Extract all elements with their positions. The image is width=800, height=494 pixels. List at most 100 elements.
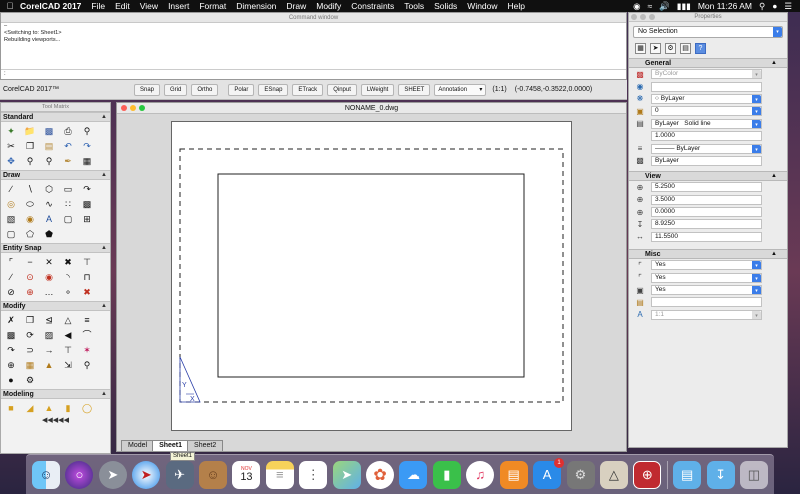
redo-icon[interactable]: ↷ [80,139,94,153]
prop-view-center-z-field[interactable]: 0.0000 [651,207,762,218]
annotation-scale[interactable]: (1:1) [492,86,506,93]
contacts-icon[interactable]: ☺ [199,460,228,489]
downloads-folder-icon[interactable]: ↧ [706,460,735,489]
help-icon[interactable]: ? [695,42,706,54]
ellipse-icon[interactable]: ⬭ [23,197,37,211]
reminders-icon[interactable]: ⋮ [299,460,328,489]
minimize-window-button[interactable] [130,105,136,111]
pattern-icon[interactable]: ▩ [4,328,18,342]
snap-node-icon[interactable]: ⊘ [4,285,18,299]
prop-scale-field[interactable]: 1.0000 [651,131,762,142]
save-icon[interactable]: ▩ [42,124,56,138]
wedge-icon[interactable]: ◢ [23,401,37,415]
maps-icon[interactable]: ➤ [332,460,361,489]
maximize-window-button[interactable] [139,105,145,111]
menu-file[interactable]: File [91,1,105,11]
scale-icon[interactable]: ▨ [42,328,56,342]
photo-app-icon[interactable]: ✈ [165,460,194,489]
bomb-icon[interactable]: ● [4,373,18,387]
trash-icon[interactable]: ◫ [739,460,768,489]
close-window-button[interactable] [121,105,127,111]
snap-from-icon[interactable]: ⚬ [61,285,75,299]
messages-icon[interactable]: ☁ [399,460,428,489]
search-icon[interactable]: ⚲ [759,1,765,12]
cylinder-icon[interactable]: ▮ [61,401,75,415]
array-icon[interactable]: ≡ [80,313,94,327]
torus-icon[interactable]: ◯ [80,401,94,415]
battery-icon[interactable]: ▮▮▮ [677,1,691,12]
minimize-panel-button[interactable] [640,14,646,20]
menu-view[interactable]: View [140,1,158,11]
annotation-select[interactable]: Annotation ▾ [434,83,487,96]
section-standard[interactable]: Standard ▲ [1,112,110,122]
snap-nearest-icon[interactable]: ⊓ [80,270,94,284]
snap-perpendicular-icon[interactable]: ⊤ [80,255,94,269]
command-input[interactable]: : [1,69,626,78]
sheet-toggle[interactable]: SHEET [398,83,431,96]
snap-tangent-icon[interactable]: ◝ [61,270,75,284]
new-icon[interactable]: ✦ [4,124,18,138]
tab-model[interactable]: Model [121,440,155,451]
apple-icon[interactable]:  [0,1,20,11]
offset-icon[interactable]: ⊴ [42,313,56,327]
menu-edit[interactable]: Edit [115,1,130,11]
print-preview-icon[interactable]: ⚲ [80,124,94,138]
pan-icon[interactable]: ✥ [4,154,18,168]
select-entities-icon[interactable]: ➤ [650,42,661,54]
more-tools-arrows[interactable]: ◀◀◀◀◀ [1,417,110,424]
clock[interactable]: Mon 11:26 AM [698,1,752,11]
paste-icon[interactable]: ▤ [42,139,56,153]
prop-print-style-field[interactable]: ByLayer [651,155,762,166]
rotate-icon[interactable]: ⟳ [23,328,37,342]
tab-sheet2[interactable]: Sheet2 [187,440,224,451]
erase-icon[interactable]: ✗ [4,313,18,327]
region-icon[interactable]: ◉ [23,212,37,226]
zoom-icon[interactable]: ⚲ [23,154,37,168]
quick-select-icon[interactable]: ⚙ [665,42,676,54]
notification-center-icon[interactable]: ☰ [784,1,792,12]
snap-insertion-icon[interactable]: ⊕ [23,285,37,299]
prop-view-center-x-field[interactable]: 5.2500 [651,182,762,193]
snap-intersection-icon[interactable]: ✕ [42,255,56,269]
align-icon[interactable]: ⇲ [61,358,75,372]
trim-icon[interactable]: ↷ [4,343,18,357]
section-general[interactable]: General ▲ [629,58,787,68]
snap-quadrant-icon[interactable]: ◉ [42,270,56,284]
block-icon[interactable]: ▩ [80,197,94,211]
explode-icon[interactable]: ✶ [80,343,94,357]
esnap-toggle[interactable]: ESnap [258,83,289,96]
lengthen-icon[interactable]: ⊕ [4,358,18,372]
photos-icon[interactable]: ✿ [366,460,395,489]
flatten-icon[interactable]: ⚙ [23,373,37,387]
text-icon[interactable]: A [42,212,56,226]
rectangle-icon[interactable]: ▭ [61,182,75,196]
snap-center-icon[interactable]: ⊙ [23,270,37,284]
menu-dimension[interactable]: Dimension [236,1,276,11]
siri-icon[interactable]: ○ [65,460,94,489]
break-icon[interactable]: → [42,343,56,357]
mirror-icon[interactable]: △ [61,313,75,327]
snap-extension-icon[interactable]: … [42,285,56,299]
join-icon[interactable]: ▲ [42,358,56,372]
wipeout-icon[interactable]: ▢ [61,212,75,226]
section-modify[interactable]: Modify ▲ [1,301,110,311]
filter-icon[interactable]: ▤ [680,42,691,54]
edit-hatch-icon[interactable]: ⚲ [80,358,94,372]
cone-icon[interactable]: ▲ [42,401,56,415]
launchpad-icon[interactable]: ➤ [98,460,127,489]
snap-toggle[interactable]: Snap [134,83,161,96]
prop-view-height-field[interactable]: 8.9250 [651,219,762,230]
boundary-icon[interactable]: ⬟ [42,227,56,241]
section-entity-snap[interactable]: Entity Snap ▲ [1,243,110,253]
prop-blank-field[interactable] [651,81,762,92]
corelcad-icon[interactable]: ⊕ [633,460,662,489]
screen-record-icon[interactable]: ◉ [633,1,640,12]
section-view[interactable]: View ▲ [629,171,787,182]
close-panel-button[interactable] [631,14,637,20]
line-icon[interactable]: ∕ [4,182,18,196]
chamfer-icon[interactable]: ⊤ [61,343,75,357]
fillet-icon[interactable]: ⌒ [80,328,94,342]
toggle-pickadd-icon[interactable]: ▦ [635,42,646,54]
prop-color-field[interactable]: ByColor ▾ [651,69,762,80]
section-draw[interactable]: Draw ▲ [1,170,110,180]
